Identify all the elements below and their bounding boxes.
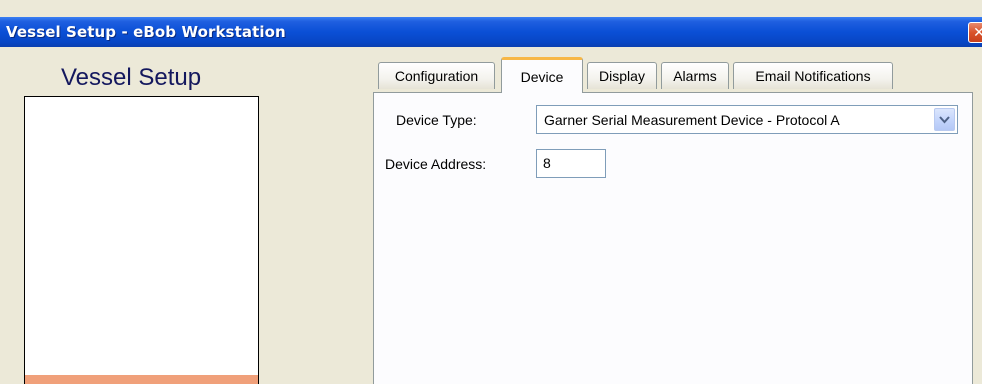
tab-configuration[interactable]: Configuration <box>378 62 495 89</box>
tab-label: Display <box>599 68 645 84</box>
tab-device[interactable]: Device <box>501 57 583 93</box>
device-address-input[interactable]: 8 <box>536 149 606 178</box>
window-title: Vessel Setup - eBob Workstation <box>6 23 286 41</box>
close-button[interactable]: ✕ <box>968 22 982 43</box>
tab-label: Alarms <box>673 68 717 84</box>
tab-label: Device <box>520 68 564 85</box>
chevron-down-icon-glyph <box>939 115 950 123</box>
vessel-setup-heading: Vessel Setup <box>61 64 202 91</box>
tab-label: Configuration <box>394 68 479 84</box>
vessel-list[interactable] <box>24 96 259 384</box>
tab-email-notifications[interactable]: Email Notifications <box>733 62 893 89</box>
device-address-label: Device Address: <box>385 156 487 172</box>
tab-display[interactable]: Display <box>587 62 657 89</box>
list-item-selected[interactable] <box>25 375 258 384</box>
device-tab-panel <box>373 92 973 384</box>
device-type-label: Device Type: <box>396 112 477 128</box>
close-icon: ✕ <box>973 24 982 41</box>
chevron-down-icon[interactable] <box>934 108 955 131</box>
tab-alarms[interactable]: Alarms <box>661 62 729 89</box>
device-type-value: Garner Serial Measurement Device - Proto… <box>544 112 840 128</box>
tab-label: Email Notifications <box>755 68 871 84</box>
device-type-select[interactable]: Garner Serial Measurement Device - Proto… <box>536 105 958 134</box>
vessel-setup-window: Vessel Setup - eBob Workstation ✕ Vessel… <box>0 0 982 384</box>
title-bar[interactable]: Vessel Setup - eBob Workstation ✕ <box>0 17 982 47</box>
